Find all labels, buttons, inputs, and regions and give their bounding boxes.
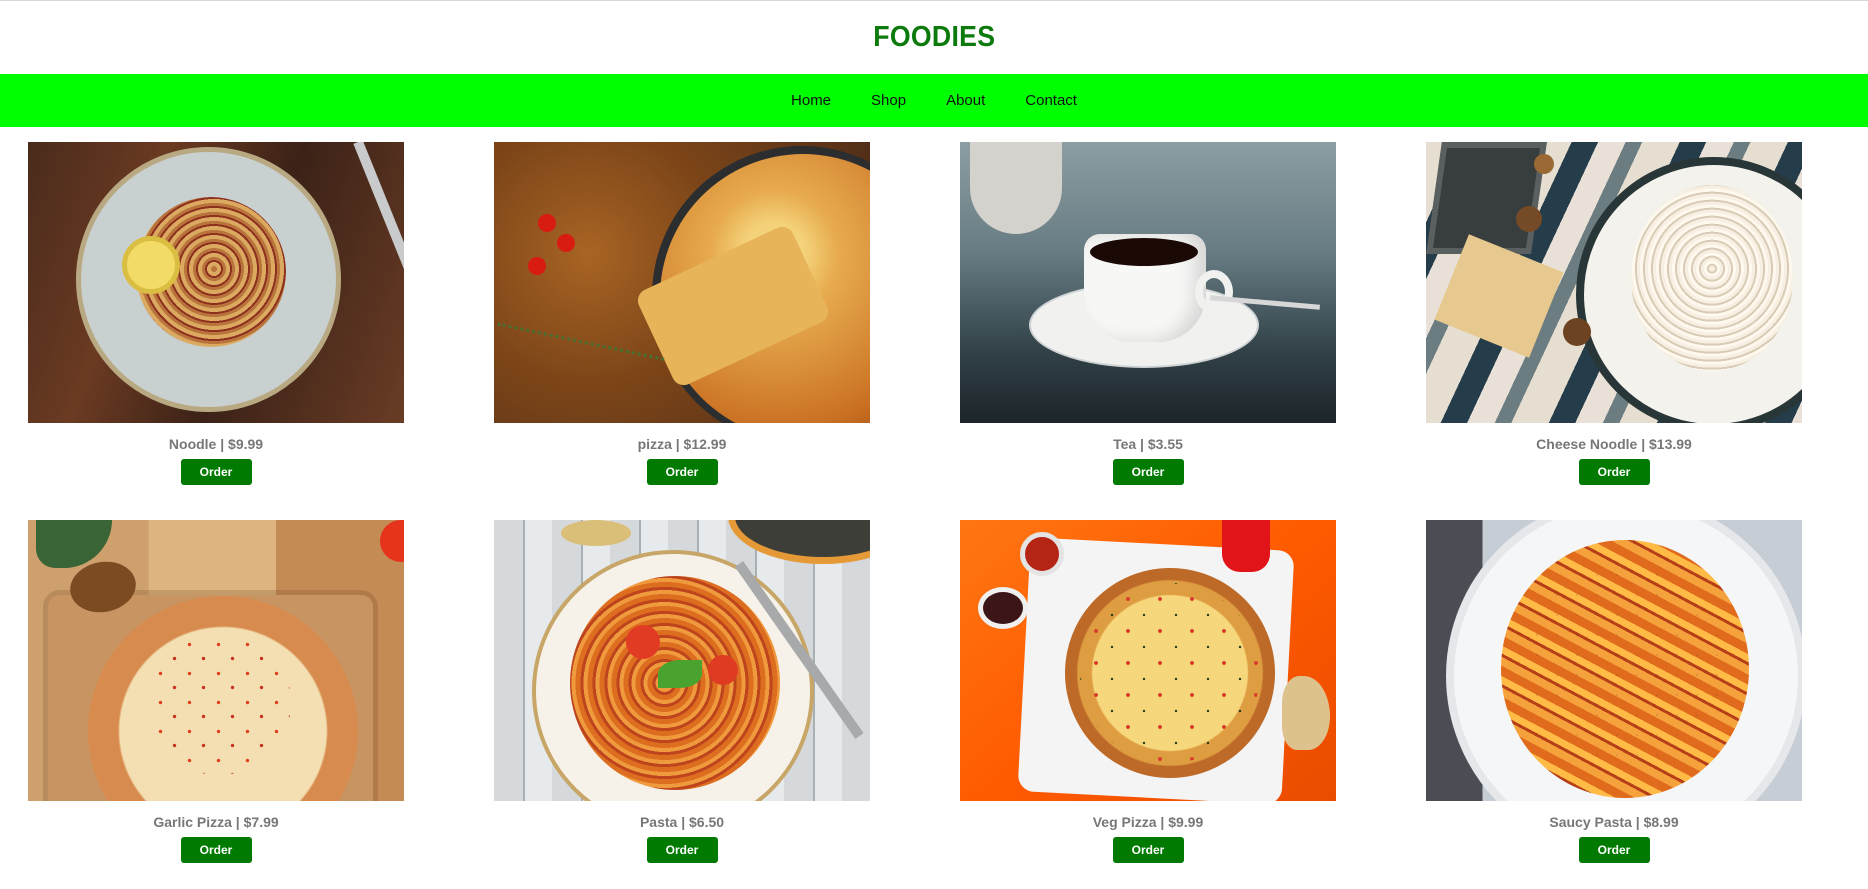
product-caption: Garlic Pizza | $7.99: [153, 814, 279, 830]
product-caption: pizza | $12.99: [637, 436, 727, 452]
cheese-noodle-image: [1426, 142, 1802, 423]
product-card-saucy-pasta: Saucy Pasta | $8.99 Order: [1426, 520, 1802, 863]
order-button[interactable]: Order: [180, 459, 252, 485]
product-caption: Pasta | $6.50: [639, 814, 725, 830]
order-button[interactable]: Order: [1578, 837, 1650, 863]
order-button[interactable]: Order: [646, 837, 718, 863]
product-caption: Veg Pizza | $9.99: [1092, 814, 1204, 830]
order-button[interactable]: Order: [1578, 459, 1650, 485]
product-caption: Tea | $3.55: [1113, 436, 1183, 452]
order-button[interactable]: Order: [1112, 459, 1184, 485]
product-card-garlic-pizza: Garlic Pizza | $7.99 Order: [28, 520, 404, 863]
product-caption: Noodle | $9.99: [168, 436, 264, 452]
main-navigation: Home Shop About Contact: [0, 74, 1868, 127]
product-card-pizza: pizza | $12.99 Order: [494, 142, 870, 485]
product-card-noodle: Noodle | $9.99 Order: [28, 142, 404, 485]
order-button[interactable]: Order: [180, 837, 252, 863]
saucy-pasta-image: [1426, 520, 1802, 801]
product-card-veg-pizza: Veg Pizza | $9.99 Order: [960, 520, 1336, 863]
product-card-tea: Tea | $3.55 Order: [960, 142, 1336, 485]
product-caption: Saucy Pasta | $8.99: [1549, 814, 1679, 830]
noodle-image: [28, 142, 404, 423]
nav-link-about[interactable]: About: [946, 92, 985, 109]
tea-image: [960, 142, 1336, 423]
order-button[interactable]: Order: [1112, 837, 1184, 863]
nav-link-shop[interactable]: Shop: [871, 92, 906, 109]
garlic-pizza-image: [28, 520, 404, 801]
pasta-image: [494, 520, 870, 801]
veg-pizza-image: [960, 520, 1336, 801]
pizza-image: [494, 142, 870, 423]
nav-link-contact[interactable]: Contact: [1025, 92, 1077, 109]
product-card-pasta: Pasta | $6.50 Order: [494, 520, 870, 863]
site-header: FOODIES: [0, 1, 1868, 73]
product-caption: Cheese Noodle | $13.99: [1536, 436, 1692, 452]
order-button[interactable]: Order: [646, 459, 718, 485]
product-card-cheese-noodle: Cheese Noodle | $13.99 Order: [1426, 142, 1802, 485]
nav-link-home[interactable]: Home: [791, 92, 831, 109]
site-title: FOODIES: [872, 20, 996, 53]
